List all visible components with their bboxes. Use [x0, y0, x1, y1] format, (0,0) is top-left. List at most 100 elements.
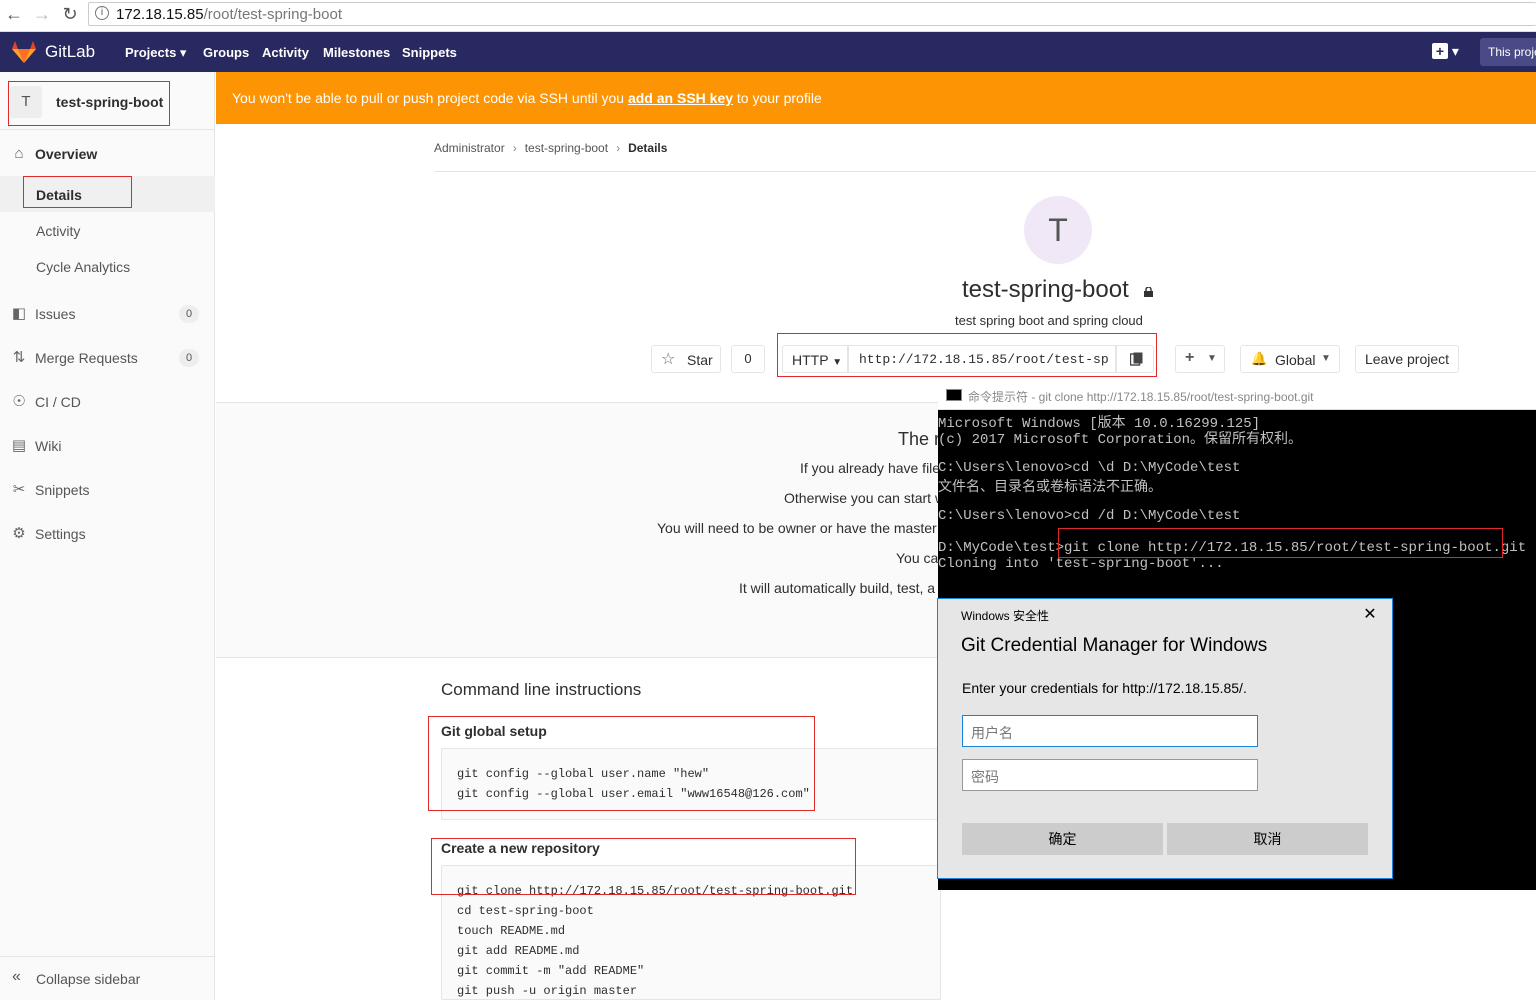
leave-project-button[interactable]: Leave project: [1355, 345, 1459, 373]
sidebar-item-settings[interactable]: ⚙ Settings: [0, 516, 215, 552]
sidebar-item-cycle-analytics[interactable]: Cycle Analytics: [0, 248, 215, 284]
ok-button[interactable]: 确定: [962, 823, 1163, 855]
nav-projects[interactable]: Projects ▾: [125, 45, 186, 61]
create-repo-code[interactable]: git clone http://172.18.15.85/root/test-…: [441, 865, 941, 1000]
cmd-title-text: 命令提示符 - git clone http://172.18.15.85/ro…: [968, 390, 1314, 404]
alert-text: You won't be able to pull or push projec…: [232, 90, 628, 106]
ssh-warning-alert: You won't be able to pull or push projec…: [216, 72, 1536, 124]
issues-icon: ◧: [11, 305, 27, 322]
caret-down-icon: ▼: [832, 357, 843, 368]
collapse-sidebar-label: Collapse sidebar: [36, 971, 141, 987]
nav-snippets[interactable]: Snippets: [402, 45, 457, 60]
git-global-setup-title: Git global setup: [441, 723, 547, 739]
empty-repo-line: You ca: [896, 550, 939, 566]
copy-url-button[interactable]: [1116, 345, 1154, 373]
project-title: test-spring-boot: [962, 276, 1129, 303]
sidebar-item-snippets[interactable]: ✂ Snippets: [0, 472, 215, 508]
close-icon[interactable]: ✕: [1362, 604, 1378, 624]
protocol-label: HTTP: [792, 352, 829, 368]
sidebar-item-wiki[interactable]: ▤ Wiki: [0, 428, 215, 464]
caret-down-icon: ▼: [1207, 353, 1217, 364]
add-ssh-key-link[interactable]: add an SSH key: [628, 90, 733, 106]
top-navbar: GitLab Projects ▾ Groups Activity Milest…: [0, 32, 1536, 72]
cmd-output-line: Cloning into 'test-spring-boot'...: [938, 556, 1224, 572]
url-path: /root/test-spring-boot: [203, 6, 342, 23]
sidebar-item-merge-requests[interactable]: ⇅ Merge Requests 0: [0, 340, 215, 376]
reload-icon[interactable]: ↻: [58, 4, 82, 25]
new-dropdown-button[interactable]: + ▾: [1432, 43, 1466, 61]
clone-url-input[interactable]: http://172.18.15.85/root/test-sp: [848, 345, 1116, 373]
gitlab-logo-icon[interactable]: [12, 41, 36, 63]
sidebar-item-label: Issues: [35, 306, 76, 322]
breadcrumb-project[interactable]: test-spring-boot: [525, 141, 608, 155]
lock-icon: [1144, 287, 1153, 297]
sidebar-item-label: Settings: [35, 526, 86, 542]
notification-dropdown[interactable]: 🔔 Global ▼: [1240, 345, 1340, 373]
username-input[interactable]: 用户名: [962, 715, 1258, 747]
info-icon[interactable]: i: [95, 6, 109, 20]
plus-icon: +: [1185, 349, 1195, 366]
empty-repo-line: It will automatically build, test, a: [739, 580, 936, 596]
rocket-icon: ☉: [12, 393, 26, 410]
breadcrumb: Administrator › test-spring-boot › Details: [434, 141, 668, 155]
nav-milestones[interactable]: Milestones: [323, 45, 390, 60]
sidebar-project-name[interactable]: test-spring-boot: [56, 94, 163, 110]
dialog-caption: Windows 安全性: [961, 609, 1050, 623]
double-chevron-left-icon: «: [12, 968, 21, 985]
project-avatar-small: T: [10, 86, 42, 118]
sidebar-item-label: Cycle Analytics: [36, 259, 131, 275]
cmd-output-line: C:\Users\lenovo>cd /d D:\MyCode\test: [938, 508, 1241, 524]
star-icon: ☆: [661, 351, 676, 368]
code-line: cd test-spring-boot: [457, 904, 594, 918]
create-repo-title: Create a new repository: [441, 840, 600, 856]
collapse-sidebar-button[interactable]: « Collapse sidebar: [0, 956, 215, 1000]
merge-requests-count-badge: 0: [179, 349, 199, 367]
code-line: git push -u origin master: [457, 984, 638, 998]
sidebar-item-ci-cd[interactable]: ☉ CI / CD: [0, 384, 215, 420]
new-file-dropdown[interactable]: + ▼: [1175, 345, 1225, 373]
empty-repo-line: You will need to be owner or have the ma…: [657, 520, 937, 536]
nav-activity[interactable]: Activity: [262, 45, 309, 60]
breadcrumb-details[interactable]: Details: [628, 141, 667, 155]
address-bar[interactable]: i 172.18.15.85/root/test-spring-boot: [88, 2, 1536, 26]
sidebar-item-label: Overview: [35, 146, 98, 162]
code-line: touch README.md: [457, 924, 566, 938]
nav-groups[interactable]: Groups: [203, 45, 249, 60]
sidebar-item-label: Details: [36, 187, 82, 203]
empty-repo-line: Otherwise you can start w: [784, 490, 946, 506]
notification-level: Global: [1275, 352, 1316, 368]
empty-repo-line: If you already have file: [800, 460, 941, 476]
back-icon[interactable]: ←: [2, 4, 26, 25]
star-label: Star: [687, 352, 713, 368]
sidebar-item-label: Snippets: [35, 482, 90, 498]
cancel-button[interactable]: 取消: [1167, 823, 1368, 855]
sidebar-item-label: Merge Requests: [35, 350, 138, 366]
sidebar-item-overview[interactable]: ⌂ Overview: [0, 136, 215, 172]
git-global-setup-code[interactable]: git config --global user.name "hew" git …: [441, 748, 941, 820]
search-input[interactable]: This proje: [1480, 38, 1536, 66]
cmd-titlebar[interactable]: 命令提示符 - git clone http://172.18.15.85/ro…: [938, 380, 1536, 410]
project-description: test spring boot and spring cloud: [955, 313, 1143, 328]
clone-protocol-dropdown[interactable]: HTTP ▼: [782, 345, 848, 373]
sidebar-item-label: Activity: [36, 223, 81, 239]
cli-instructions-title: Command line instructions: [441, 680, 642, 699]
sidebar-item-details[interactable]: Details: [0, 176, 215, 212]
bell-icon: 🔔: [1251, 351, 1268, 366]
gitlab-brand[interactable]: GitLab: [45, 42, 95, 62]
cmd-output-line: 文件名、目录名或卷标语法不正确。: [938, 480, 1162, 496]
breadcrumb-administrator[interactable]: Administrator: [434, 141, 505, 155]
sidebar-project-context[interactable]: T test-spring-boot: [0, 72, 215, 130]
git-credential-dialog[interactable]: Windows 安全性 ✕ Git Credential Manager for…: [937, 598, 1393, 879]
dialog-heading: Git Credential Manager for Windows: [961, 635, 1268, 656]
sidebar-item-label: Wiki: [35, 438, 62, 454]
dialog-prompt: Enter your credentials for http://172.18…: [962, 680, 1247, 696]
gear-icon: ⚙: [12, 525, 26, 542]
password-input[interactable]: 密码: [962, 759, 1258, 791]
sidebar-item-activity[interactable]: Activity: [0, 212, 215, 248]
star-count[interactable]: 0: [731, 345, 765, 373]
star-button[interactable]: ☆ Star: [651, 345, 721, 373]
forward-icon[interactable]: →: [30, 4, 54, 25]
code-line: git clone http://172.18.15.85/root/test-…: [457, 884, 854, 898]
merge-request-icon: ⇅: [12, 349, 26, 366]
sidebar-item-issues[interactable]: ◧ Issues 0: [0, 296, 215, 332]
